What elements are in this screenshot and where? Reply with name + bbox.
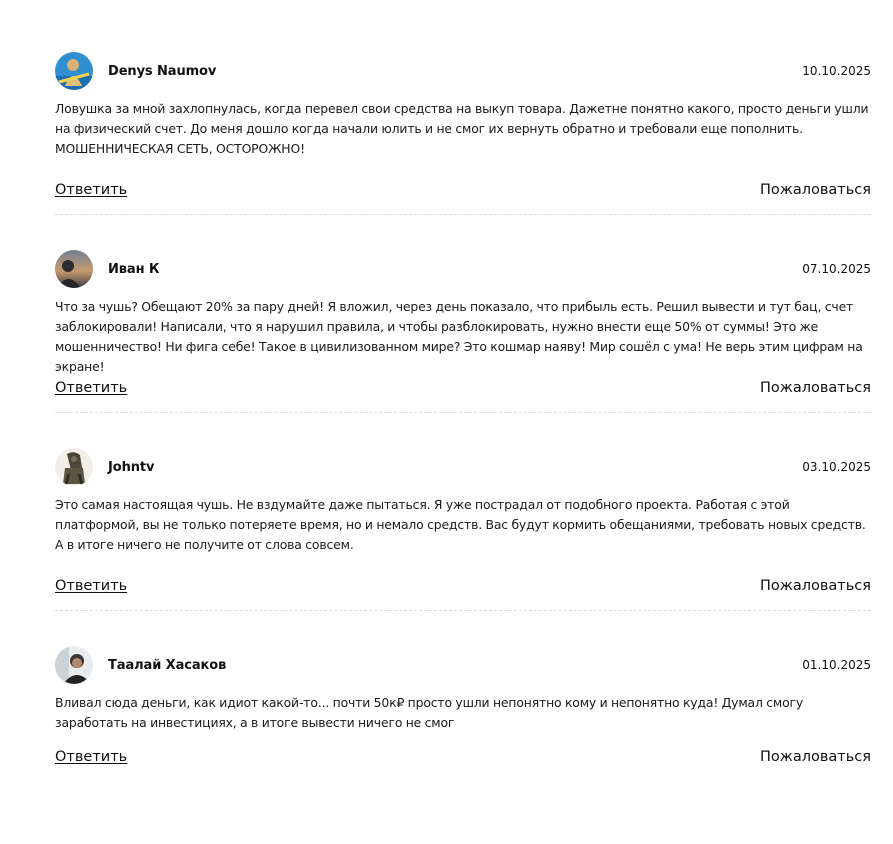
comment-text: Ловушка за мной захлопнулась, когда пере…	[55, 101, 869, 156]
comment-text: Вливал сюда деньги, как идиот какой-то..…	[55, 695, 804, 730]
comment-date: 03.10.2025	[802, 460, 871, 474]
comment-author: Таалай Хасаков	[108, 657, 227, 673]
comment-actions: Ответить Пожаловаться	[55, 380, 871, 396]
avatar-image	[55, 250, 93, 288]
avatar[interactable]	[55, 448, 93, 486]
comment-header: Иван К 07.10.2025	[55, 250, 871, 288]
comment-date: 10.10.2025	[802, 64, 871, 78]
comment-divider	[55, 412, 871, 413]
report-button[interactable]: Пожаловаться	[760, 749, 871, 765]
comment-header: Denys Naumov 10.10.2025	[55, 52, 871, 90]
report-button[interactable]: Пожаловаться	[760, 182, 871, 198]
comment-author: Johntv	[108, 459, 155, 475]
report-button[interactable]: Пожаловаться	[760, 380, 871, 396]
comment-author: Denys Naumov	[108, 63, 217, 79]
comment-date: 07.10.2025	[802, 262, 871, 276]
comment-divider	[55, 214, 871, 215]
avatar-image	[55, 646, 93, 684]
comment-author: Иван К	[108, 261, 160, 277]
reply-button[interactable]: Ответить	[55, 380, 127, 396]
comment-item: Johntv 03.10.2025 Это самая настоящая чу…	[55, 448, 871, 646]
reply-button[interactable]: Ответить	[55, 749, 127, 765]
comment-item: Иван К 07.10.2025 Что за чушь? Обещают 2…	[55, 250, 871, 448]
comment-text: Это самая настоящая чушь. Не вздумайте д…	[55, 497, 866, 552]
comment-header: Johntv 03.10.2025	[55, 448, 871, 486]
reply-button[interactable]: Ответить	[55, 578, 127, 594]
comment-actions: Ответить Пожаловаться	[55, 182, 871, 198]
comment-item: Таалай Хасаков 01.10.2025 Вливал сюда де…	[55, 646, 871, 844]
avatar[interactable]	[55, 250, 93, 288]
comment-header: Таалай Хасаков 01.10.2025	[55, 646, 871, 684]
report-button[interactable]: Пожаловаться	[760, 578, 871, 594]
comment-divider	[55, 610, 871, 611]
reply-button[interactable]: Ответить	[55, 182, 127, 198]
avatar[interactable]	[55, 646, 93, 684]
avatar-image	[55, 52, 93, 90]
comment-actions: Ответить Пожаловаться	[55, 749, 871, 765]
avatar[interactable]	[55, 52, 93, 90]
avatar-image	[55, 448, 93, 486]
comment-date: 01.10.2025	[802, 658, 871, 672]
comment-item: Denys Naumov 10.10.2025 Ловушка за мной …	[55, 52, 871, 250]
comment-actions: Ответить Пожаловаться	[55, 578, 871, 594]
comments-list: Denys Naumov 10.10.2025 Ловушка за мной …	[55, 52, 871, 844]
comment-text: Что за чушь? Обещают 20% за пару дней! Я…	[55, 299, 863, 374]
